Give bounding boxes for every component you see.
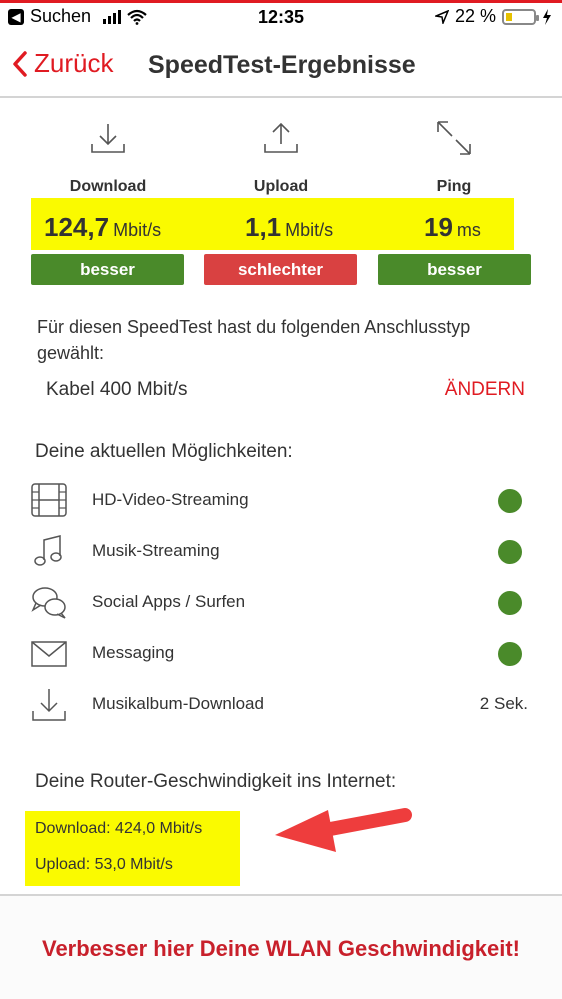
list-item: Messaging [30,632,530,676]
upload-value: 1,1 Mbit/s [245,212,334,242]
status-bar: ◀ Suchen 12:35 22 % [0,3,562,29]
envelope-icon [31,641,67,667]
upload-rating-badge: schlechter [204,254,357,285]
metric-label: Ping [436,178,472,195]
location-arrow-icon [434,9,449,24]
connection-type: Kabel 400 Mbit/s [46,379,188,400]
back-label: Zurück [34,48,114,78]
capabilities-title: Deine aktuellen Möglichkeiten: [35,441,293,462]
download-value: 124,7 Mbit/s [44,212,162,242]
metric-upload: Upload [201,118,361,196]
metric-ping: Ping [374,118,534,196]
page-title: SpeedTest-Ergebnisse [148,51,416,79]
film-icon [31,483,67,517]
music-note-icon [34,535,62,566]
improve-wlan-link[interactable]: Verbesser hier Deine WLAN Geschwindigkei… [0,936,562,962]
ping-icon [437,121,471,155]
metric-label: Upload [253,178,309,195]
router-speed-title: Deine Router-Geschwindigkeit ins Interne… [35,771,397,792]
list-item: HD-Video-Streaming [30,479,530,523]
connection-description: Für diesen SpeedTest hast du folgenden A… [37,317,471,363]
chevron-left-icon [13,50,27,77]
feature-label: HD-Video-Streaming [92,490,249,509]
list-item: Musikalbum-Download 2 Sek. [30,683,530,727]
feature-label: Musikalbum-Download [92,694,264,713]
metric-download: Download [28,118,188,196]
upload-icon [264,122,298,153]
download-icon [91,124,125,153]
status-ok-indicator [498,591,522,615]
ping-rating-badge: besser [378,254,531,285]
list-item: Social Apps / Surfen [30,581,530,625]
feature-label: Musik-Streaming [92,541,220,560]
back-button[interactable]: Zurück [12,48,113,79]
change-connection-button[interactable]: ÄNDERN [445,379,525,401]
download-duration: 2 Sek. [479,694,528,713]
navigation-bar: Zurück SpeedTest-Ergebnisse [0,30,562,97]
router-upload: Upload: 53,0 Mbit/s [35,856,173,873]
battery-icon [502,8,539,25]
charging-icon [543,8,551,25]
annotation-arrow [275,808,412,852]
status-ok-indicator [498,540,522,564]
feature-label: Messaging [92,643,175,662]
router-download: Download: 424,0 Mbit/s [35,820,203,837]
download-rating-badge: besser [31,254,184,285]
download-icon [32,689,66,721]
header-divider [0,96,562,98]
battery-percent: 22 % [454,6,496,26]
metric-label: Download [69,178,147,195]
status-ok-indicator [498,642,522,666]
ping-value: 19 ms [424,212,481,242]
chat-bubbles-icon [31,587,66,619]
list-item: Musik-Streaming [30,530,530,574]
feature-label: Social Apps / Surfen [92,592,246,611]
status-ok-indicator [498,489,522,513]
